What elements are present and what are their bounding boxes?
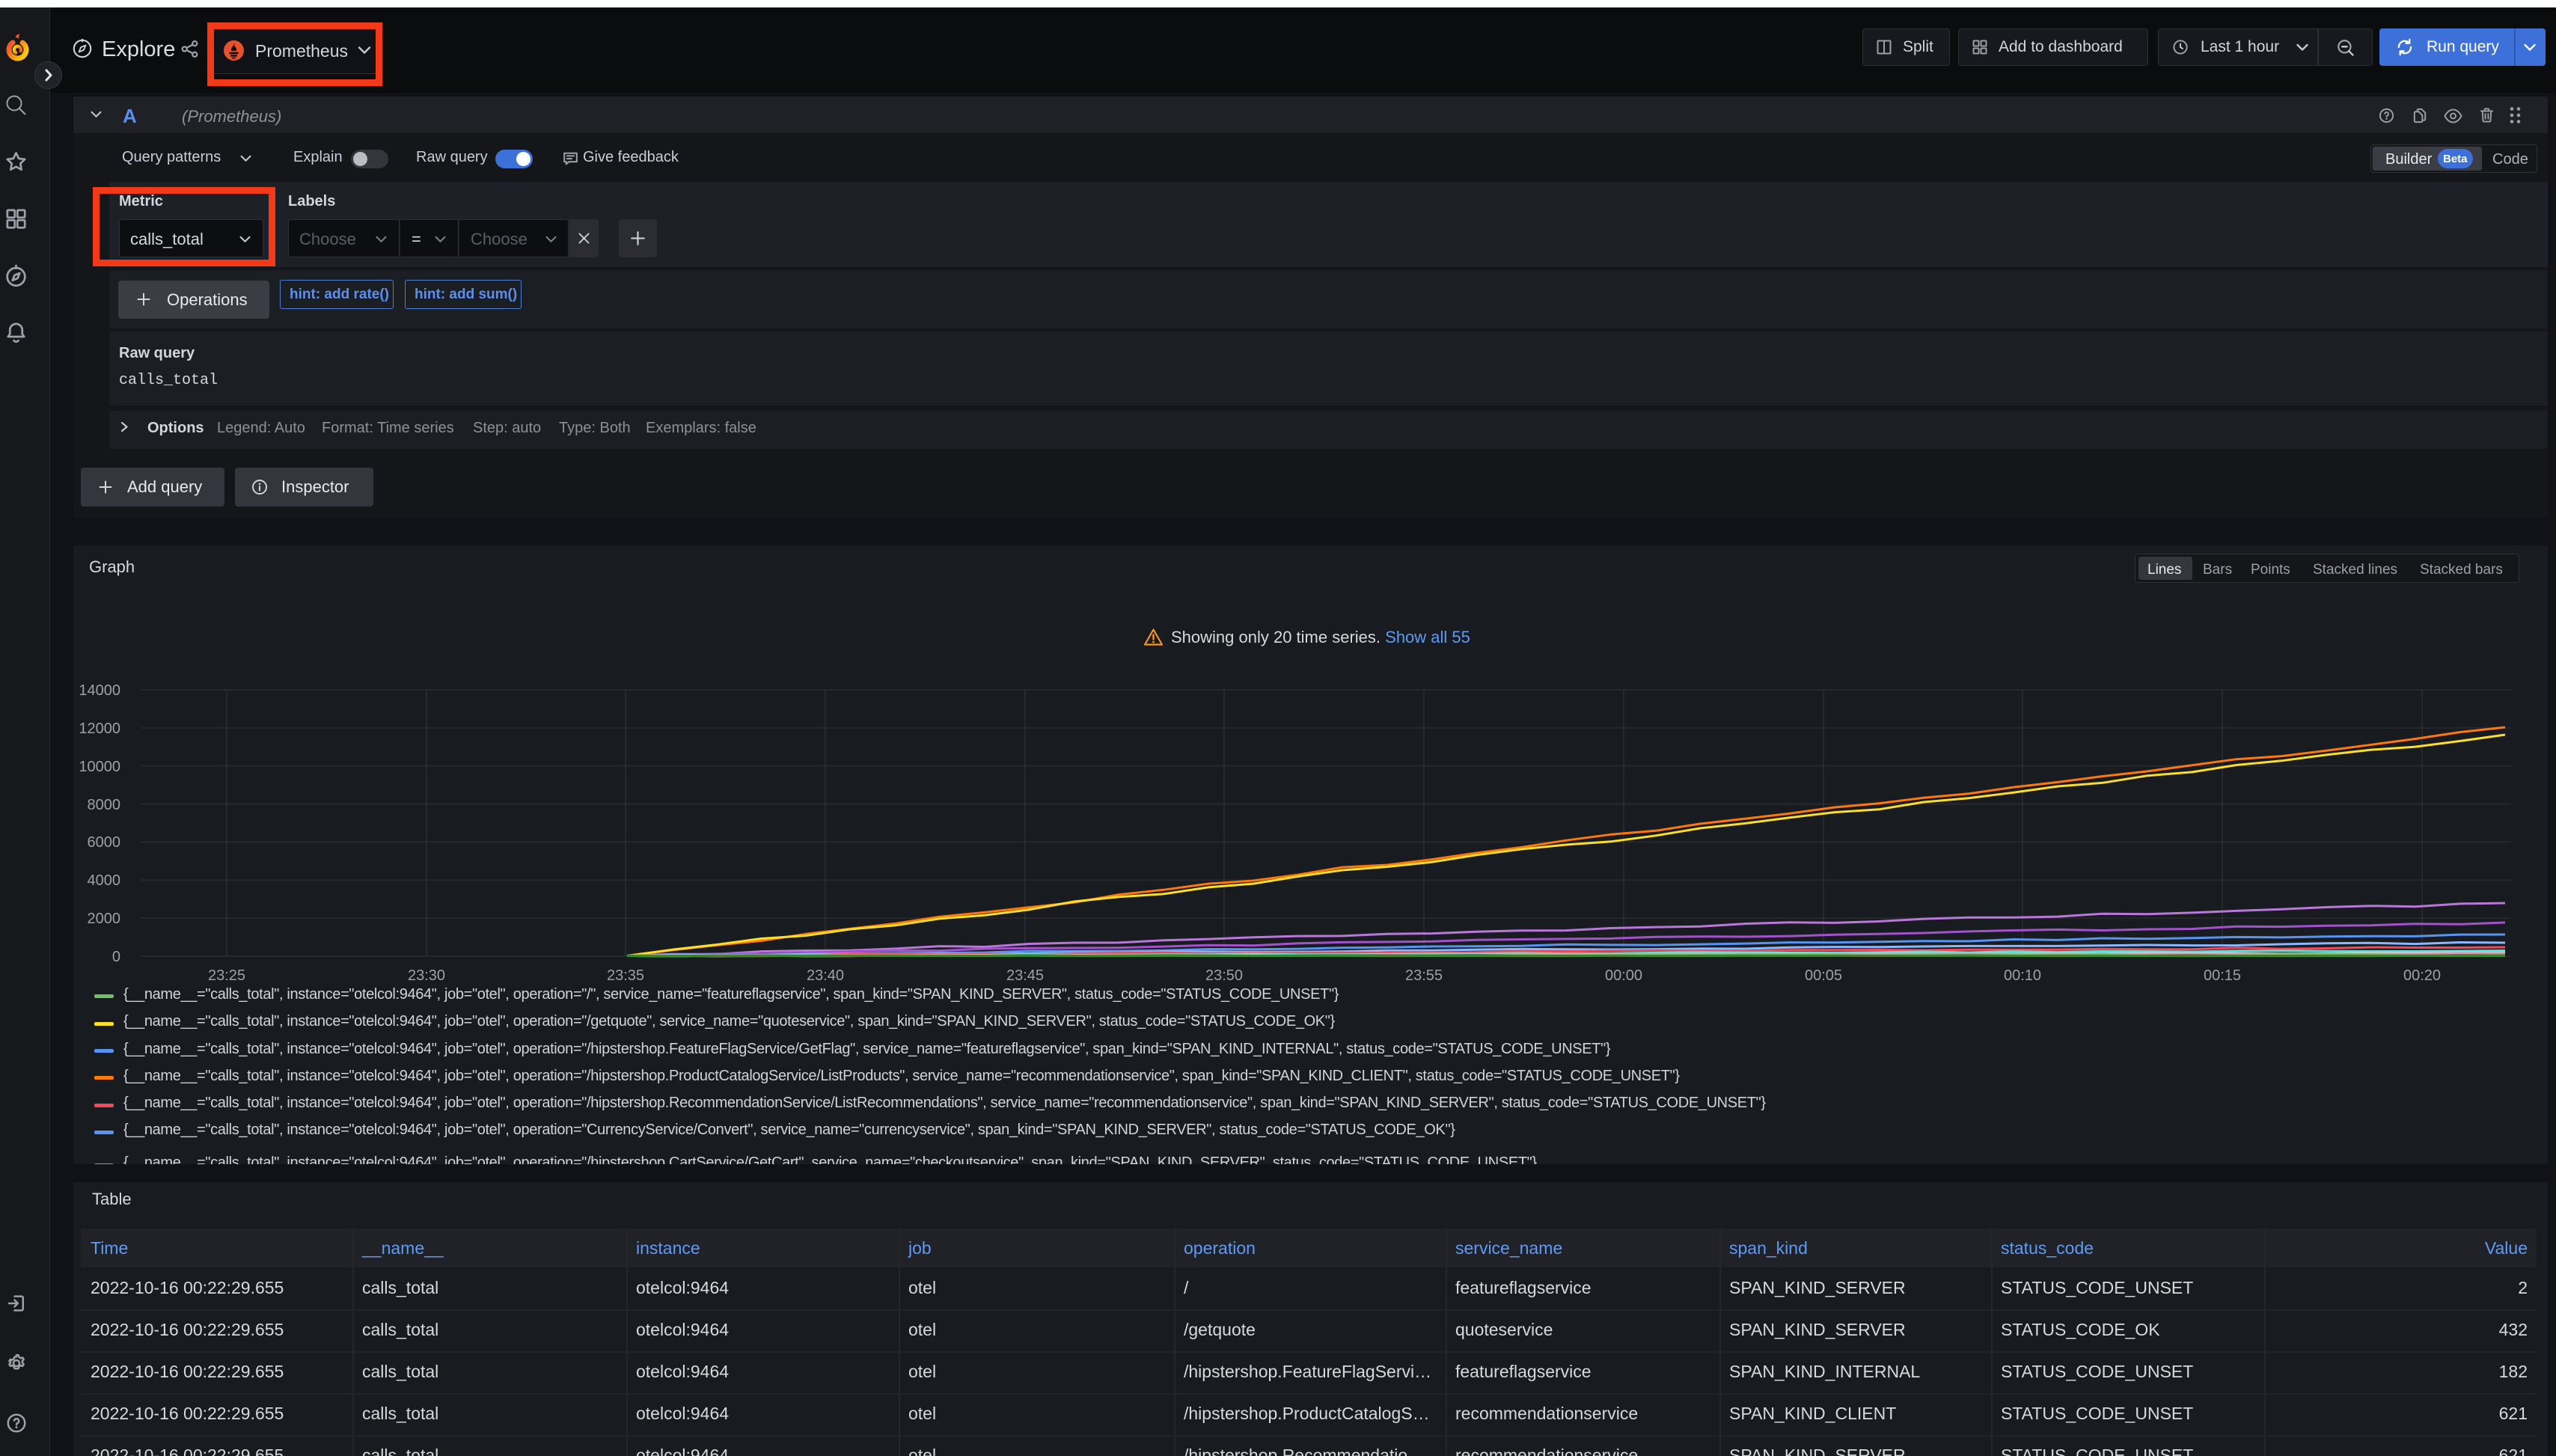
svg-text:23:45: 23:45 bbox=[1006, 967, 1044, 984]
svg-text:12000: 12000 bbox=[79, 721, 120, 737]
svg-text:00:10: 00:10 bbox=[2004, 967, 2041, 984]
svg-text:23:55: 23:55 bbox=[1405, 967, 1443, 984]
svg-text:4000: 4000 bbox=[88, 872, 121, 889]
svg-text:6000: 6000 bbox=[88, 834, 121, 851]
svg-text:10000: 10000 bbox=[79, 759, 120, 775]
svg-text:00:15: 00:15 bbox=[2204, 967, 2241, 984]
svg-text:2000: 2000 bbox=[88, 911, 121, 927]
svg-text:14000: 14000 bbox=[79, 682, 120, 699]
svg-text:23:35: 23:35 bbox=[607, 967, 644, 984]
svg-text:00:00: 00:00 bbox=[1605, 967, 1642, 984]
svg-text:8000: 8000 bbox=[88, 797, 121, 813]
svg-text:0: 0 bbox=[112, 949, 120, 965]
svg-text:00:20: 00:20 bbox=[2403, 967, 2441, 984]
svg-text:23:40: 23:40 bbox=[807, 967, 844, 984]
svg-text:00:05: 00:05 bbox=[1805, 967, 1842, 984]
svg-text:23:30: 23:30 bbox=[408, 967, 445, 984]
svg-text:23:50: 23:50 bbox=[1205, 967, 1243, 984]
svg-text:23:25: 23:25 bbox=[208, 967, 245, 984]
